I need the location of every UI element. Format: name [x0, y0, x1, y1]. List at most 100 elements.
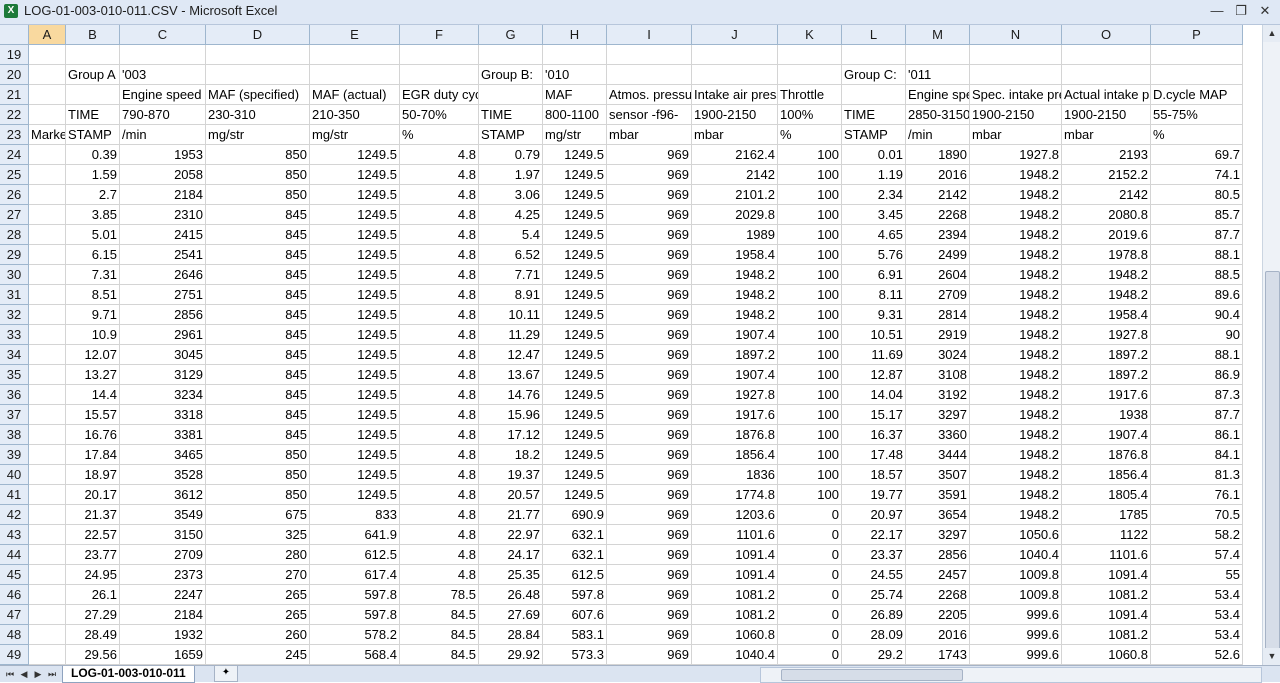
cell-d43[interactable]: 325 — [206, 525, 310, 545]
cell-d48[interactable]: 260 — [206, 625, 310, 645]
cell-h42[interactable]: 690.9 — [543, 505, 607, 525]
cell-n38[interactable]: 1948.2 — [970, 425, 1062, 445]
cell-a21[interactable] — [29, 85, 66, 105]
cell-m23[interactable]: /min — [906, 125, 970, 145]
cell-d24[interactable]: 850 — [206, 145, 310, 165]
cell-e48[interactable]: 578.2 — [310, 625, 400, 645]
cell-m32[interactable]: 2814 — [906, 305, 970, 325]
row-header[interactable]: 19 — [0, 45, 29, 65]
horizontal-scroll-thumb[interactable] — [781, 669, 963, 681]
cell-d31[interactable]: 845 — [206, 285, 310, 305]
cell-e41[interactable]: 1249.5 — [310, 485, 400, 505]
cell-h35[interactable]: 1249.5 — [543, 365, 607, 385]
cell-f31[interactable]: 4.8 — [400, 285, 479, 305]
column-header-a[interactable]: A — [29, 25, 66, 45]
cell-k33[interactable]: 100 — [778, 325, 842, 345]
cell-k21[interactable]: Throttle — [778, 85, 842, 105]
cell-d22[interactable]: 230-310 — [206, 105, 310, 125]
row-header[interactable]: 26 — [0, 185, 29, 205]
cell-l46[interactable]: 25.74 — [842, 585, 906, 605]
cell-j45[interactable]: 1091.4 — [692, 565, 778, 585]
cell-a38[interactable] — [29, 425, 66, 445]
cell-g36[interactable]: 14.76 — [479, 385, 543, 405]
cell-o45[interactable]: 1091.4 — [1062, 565, 1151, 585]
cell-e35[interactable]: 1249.5 — [310, 365, 400, 385]
cell-m21[interactable]: Engine speed — [906, 85, 970, 105]
cell-n39[interactable]: 1948.2 — [970, 445, 1062, 465]
cell-g44[interactable]: 24.17 — [479, 545, 543, 565]
cell-j31[interactable]: 1948.2 — [692, 285, 778, 305]
cell-e46[interactable]: 597.8 — [310, 585, 400, 605]
cell-i19[interactable] — [607, 45, 692, 65]
cell-m46[interactable]: 2268 — [906, 585, 970, 605]
cell-l45[interactable]: 24.55 — [842, 565, 906, 585]
cell-h23[interactable]: mg/str — [543, 125, 607, 145]
cell-d34[interactable]: 845 — [206, 345, 310, 365]
cell-m43[interactable]: 3297 — [906, 525, 970, 545]
cell-a19[interactable] — [29, 45, 66, 65]
next-sheet-icon[interactable]: ▶ — [32, 667, 44, 681]
vertical-scroll-thumb[interactable] — [1265, 271, 1280, 653]
cell-j23[interactable]: mbar — [692, 125, 778, 145]
cell-l40[interactable]: 18.57 — [842, 465, 906, 485]
cell-p21[interactable]: D.cycle MAP — [1151, 85, 1243, 105]
cell-k39[interactable]: 100 — [778, 445, 842, 465]
cell-f30[interactable]: 4.8 — [400, 265, 479, 285]
cell-f19[interactable] — [400, 45, 479, 65]
cell-e44[interactable]: 612.5 — [310, 545, 400, 565]
cell-b39[interactable]: 17.84 — [66, 445, 120, 465]
row-header[interactable]: 30 — [0, 265, 29, 285]
cell-i20[interactable] — [607, 65, 692, 85]
cell-p38[interactable]: 86.1 — [1151, 425, 1243, 445]
sheet-tab[interactable]: LOG-01-003-010-011 — [62, 666, 195, 683]
cell-n21[interactable]: Spec. intake pressure — [970, 85, 1062, 105]
cell-d36[interactable]: 845 — [206, 385, 310, 405]
minimize-button[interactable]: — — [1206, 2, 1228, 20]
cell-n35[interactable]: 1948.2 — [970, 365, 1062, 385]
cell-o24[interactable]: 2193 — [1062, 145, 1151, 165]
cell-n46[interactable]: 1009.8 — [970, 585, 1062, 605]
cell-a46[interactable] — [29, 585, 66, 605]
cell-l25[interactable]: 1.19 — [842, 165, 906, 185]
cell-e37[interactable]: 1249.5 — [310, 405, 400, 425]
cell-n44[interactable]: 1040.4 — [970, 545, 1062, 565]
cell-c29[interactable]: 2541 — [120, 245, 206, 265]
row-header[interactable]: 29 — [0, 245, 29, 265]
cell-p19[interactable] — [1151, 45, 1243, 65]
cell-a30[interactable] — [29, 265, 66, 285]
cell-d35[interactable]: 845 — [206, 365, 310, 385]
cell-n22[interactable]: 1900-2150 — [970, 105, 1062, 125]
cell-m31[interactable]: 2709 — [906, 285, 970, 305]
column-header-e[interactable]: E — [310, 25, 400, 45]
cell-n37[interactable]: 1948.2 — [970, 405, 1062, 425]
cell-c37[interactable]: 3318 — [120, 405, 206, 425]
column-header-c[interactable]: C — [120, 25, 206, 45]
cell-l49[interactable]: 29.2 — [842, 645, 906, 665]
cell-g25[interactable]: 1.97 — [479, 165, 543, 185]
row-header[interactable]: 48 — [0, 625, 29, 645]
cell-h21[interactable]: MAF — [543, 85, 607, 105]
cell-b35[interactable]: 13.27 — [66, 365, 120, 385]
cell-l44[interactable]: 23.37 — [842, 545, 906, 565]
cell-k23[interactable]: % — [778, 125, 842, 145]
column-header-l[interactable]: L — [842, 25, 906, 45]
cell-l28[interactable]: 4.65 — [842, 225, 906, 245]
cell-n20[interactable] — [970, 65, 1062, 85]
cell-f45[interactable]: 4.8 — [400, 565, 479, 585]
cell-c34[interactable]: 3045 — [120, 345, 206, 365]
cell-p28[interactable]: 87.7 — [1151, 225, 1243, 245]
cell-f29[interactable]: 4.8 — [400, 245, 479, 265]
cell-n43[interactable]: 1050.6 — [970, 525, 1062, 545]
cell-p36[interactable]: 87.3 — [1151, 385, 1243, 405]
cell-i26[interactable]: 969 — [607, 185, 692, 205]
cell-e19[interactable] — [310, 45, 400, 65]
cell-m29[interactable]: 2499 — [906, 245, 970, 265]
column-header-o[interactable]: O — [1062, 25, 1151, 45]
cell-a34[interactable] — [29, 345, 66, 365]
cell-c36[interactable]: 3234 — [120, 385, 206, 405]
cell-m25[interactable]: 2016 — [906, 165, 970, 185]
cell-m45[interactable]: 2457 — [906, 565, 970, 585]
cell-o19[interactable] — [1062, 45, 1151, 65]
cell-k22[interactable]: 100% — [778, 105, 842, 125]
column-header-p[interactable]: P — [1151, 25, 1243, 45]
